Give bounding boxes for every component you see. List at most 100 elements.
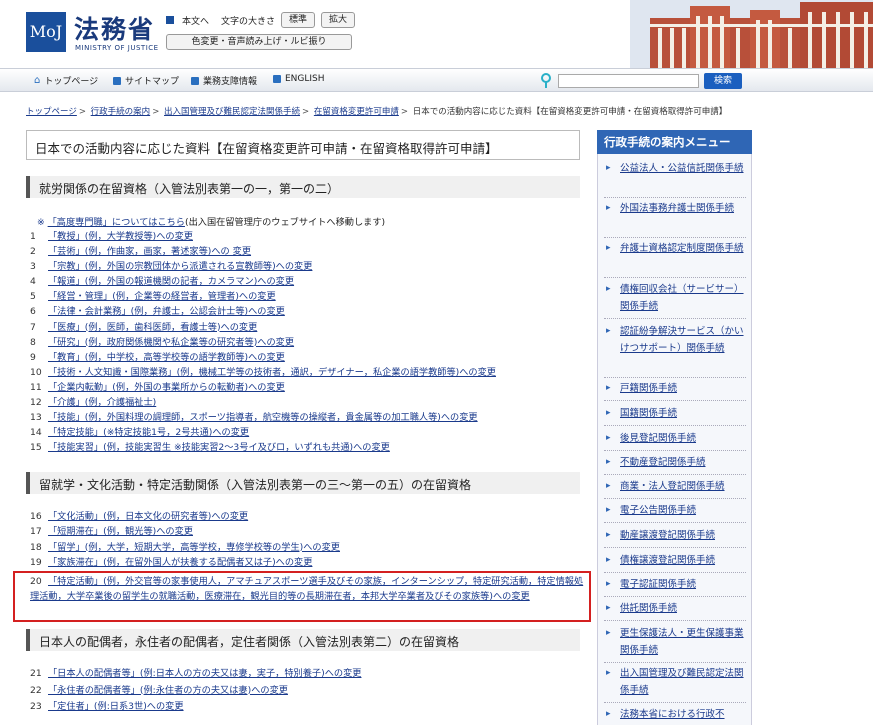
sidebar-divider [604, 425, 746, 426]
sidebar-item-link[interactable]: 不動産登記関係手続 [620, 457, 706, 468]
sidebar-menu: 公益法人・公益信託関係手続外国法事務弁護士関係手続弁護士資格認定制度関係手続債権… [597, 154, 752, 725]
nav-top[interactable]: ⌂ トップページ [34, 74, 98, 87]
status-link[interactable]: 「永住者の配偶者等」(例:永住者の方の夫又は妻)への変更 [48, 683, 288, 700]
sidebar-item[interactable]: 更生保護法人・更生保護事業関係手続 [606, 625, 746, 659]
status-link[interactable]: 「文化活動」(例，日本文化の研究者等)への変更 [48, 509, 248, 524]
status-link[interactable]: 「医療」(例，医師，歯科医師，看護士等)への変更 [48, 320, 257, 335]
sidebar-item-link[interactable]: 出入国管理及び難民認定法関係手続 [620, 668, 744, 696]
sidebar-item-link[interactable]: 動産譲渡登記関係手続 [620, 530, 715, 541]
sidebar-item-link[interactable]: 認証紛争解決サービス（かいけつサポート）関係手続 [620, 326, 744, 354]
breadcrumb-procedures[interactable]: 行政手続の案内 [91, 107, 151, 117]
sidebar-item-link[interactable]: 電子認証関係手続 [620, 579, 696, 590]
home-icon: ⌂ [34, 75, 41, 86]
designated-activities-link[interactable]: 「特定活動」(例，外交官等の家事使用人，アマチュアスポーツ選手及びその家族，イン… [30, 576, 583, 602]
nav-english[interactable]: ENGLISH [273, 74, 325, 84]
sidebar-item-link[interactable]: 法務本省における行政不 [620, 709, 725, 720]
status-link[interactable]: 「定住者」(例:日系3世)への変更 [48, 699, 184, 716]
sidebar-item[interactable]: 外国法事務弁護士関係手続 [606, 200, 746, 217]
status-link[interactable]: 「家族滞在」(例，在留外国人が扶養する配偶者又は子)への変更 [48, 555, 312, 570]
sidebar-item[interactable]: 法務本省における行政不 [606, 706, 746, 723]
nav-sitemap-label: サイトマップ [125, 77, 180, 87]
site-header: MoJ 法務省 MINISTRY OF JUSTICE 本文へ 文字の大きさ 標… [0, 0, 873, 68]
skip-to-content-link[interactable]: 本文へ [182, 14, 209, 27]
highly-skilled-link[interactable]: 「高度専門職」についてはこちら [48, 217, 185, 228]
sidebar-item-link[interactable]: 供託関係手続 [620, 603, 677, 614]
sidebar-item[interactable]: 債権譲渡登記関係手続 [606, 552, 746, 569]
accessibility-tools-button[interactable]: 色変更・音声読み上げ・ルビ振り [166, 34, 352, 50]
breadcrumb-status-change[interactable]: 在留資格変更許可申請 [314, 107, 399, 117]
section-heading-study: 留就学・文化活動・特定活動関係（入管法別表第一の三～第一の五）の在留資格 [26, 472, 580, 494]
status-link[interactable]: 「芸術」(例，作曲家，画家，著述家等)への 変更 [48, 244, 251, 259]
sidebar-item[interactable]: 弁護士資格認定制度関係手続 [606, 240, 746, 257]
item-number: 22 [30, 684, 42, 696]
status-link[interactable]: 「短期滞在」(例，観光等)への変更 [48, 524, 193, 539]
sidebar-divider [604, 547, 746, 548]
sidebar-item-link[interactable]: 外国法事務弁護士関係手続 [620, 203, 734, 214]
sidebar-item[interactable]: 電子認証関係手続 [606, 576, 746, 593]
sidebar-item[interactable]: 動産譲渡登記関係手続 [606, 527, 746, 544]
search-button[interactable]: 検索 [704, 73, 742, 89]
item-number: 18 [30, 541, 42, 553]
moj-logo-icon[interactable]: MoJ [26, 12, 66, 52]
list-item: 5 「経営・管理」(例，企業等の経営者，管理者)への変更 [30, 289, 590, 304]
sidebar-item-link[interactable]: 弁護士資格認定制度関係手続 [620, 243, 744, 254]
sidebar-item-link[interactable]: 後見登記関係手続 [620, 433, 696, 444]
page-title: 日本での活動内容に応じた資料【在留資格変更許可申請・在留資格取得許可申請】 [35, 141, 498, 156]
font-large-button[interactable]: 拡大 [321, 12, 356, 28]
font-standard-button[interactable]: 標準 [281, 12, 316, 28]
status-link[interactable]: 「特定技能」(※特定技能1号，2号共通)への変更 [48, 425, 249, 440]
sidebar-item[interactable]: 出入国管理及び難民認定法関係手続 [606, 665, 746, 699]
status-link[interactable]: 「教育」(例，中学校，高等学校等の語学教師等)への変更 [48, 350, 285, 365]
sidebar-item[interactable]: 商業・法人登記関係手続 [606, 478, 746, 495]
status-link[interactable]: 「日本人の配偶者等」(例:日本人の方の夫又は妻，実子，特別養子)への変更 [48, 666, 361, 683]
breadcrumb-top[interactable]: トップページ [26, 107, 77, 117]
status-link[interactable]: 「留学」(例，大学，短期大学，高等学校，専修学校等の学生)への変更 [48, 540, 340, 555]
search-input[interactable] [558, 74, 699, 88]
sidebar-divider [604, 197, 746, 198]
sidebar-item[interactable]: 供託関係手続 [606, 600, 746, 617]
nav-service-info[interactable]: 業務支障情報 [191, 74, 257, 87]
study-status-list: 16 「文化活動」(例，日本文化の研究者等)への変更 17 「短期滞在」(例，観光等)… [30, 509, 590, 570]
sidebar-divider [604, 277, 746, 278]
sidebar-item-link[interactable]: 更生保護法人・更生保護事業関係手続 [620, 628, 744, 656]
list-item: 1 「教授」(例，大学教授等)への変更 [30, 229, 590, 244]
breadcrumb-immigration[interactable]: 出入国管理及び難民認定法関係手続 [164, 107, 300, 117]
sidebar-item[interactable]: 国籍関係手続 [606, 405, 746, 422]
status-link[interactable]: 「報道」(例，外国の報道機関の記者，カメラマン)への変更 [48, 274, 294, 289]
status-link[interactable]: 「介護」(例，介護福祉士) [48, 395, 156, 410]
item-number: 1 [30, 231, 36, 242]
sidebar-item[interactable]: 公益法人・公益信託関係手続 [606, 160, 746, 177]
status-link[interactable]: 「研究」(例，政府関係機関や私企業等の研究者等)への変更 [48, 335, 294, 350]
sidebar-item[interactable]: 債権回収会社（サービサー）関係手続 [606, 281, 746, 315]
sidebar-item-link[interactable]: 債権回収会社（サービサー）関係手続 [620, 284, 744, 312]
sidebar-item[interactable]: 認証紛争解決サービス（かいけつサポート）関係手続 [606, 323, 746, 357]
status-link[interactable]: 「企業内転勤」(例，外国の事業所からの転勤者)への変更 [48, 380, 285, 395]
sidebar-item[interactable]: 不動産登記関係手続 [606, 454, 746, 471]
list-item: 3 「宗教」(例，外国の宗教団体から派遣される宣教師等)への変更 [30, 259, 590, 274]
status-link[interactable]: 「教授」(例，大学教授等)への変更 [48, 229, 193, 244]
status-link[interactable]: 「技術・人文知識・国際業務」(例，機械工学等の技術者，通訳，デザイナー，私企業の… [48, 365, 496, 380]
font-size-label: 文字の大きさ [221, 16, 276, 27]
work-status-list: 1 「教授」(例，大学教授等)への変更 2 「芸術」(例，作曲家，画家，著述家等)への… [30, 229, 590, 455]
sidebar-item-link[interactable]: 電子公告関係手続 [620, 505, 696, 516]
breadcrumb: トップページ > 行政手続の案内 > 出入国管理及び難民認定法関係手続 > 在留資格変… [26, 107, 728, 117]
sidebar-item[interactable]: 電子公告関係手続 [606, 502, 746, 519]
sidebar-item-link[interactable]: 債権譲渡登記関係手続 [620, 555, 715, 566]
sidebar-item-link[interactable]: 国籍関係手続 [620, 408, 677, 419]
status-link[interactable]: 「技能」(例，外国料理の調理師，スポーツ指導者，航空機等の操縦者，貴金属等の加工… [48, 410, 478, 425]
sidebar-item[interactable]: 後見登記関係手続 [606, 430, 746, 447]
status-link[interactable]: 「法律・会計業務」(例，弁護士，公認会計士等)への変更 [48, 304, 285, 319]
status-link[interactable]: 「経営・管理」(例，企業等の経営者，管理者)への変更 [48, 289, 276, 304]
status-link[interactable]: 「技能実習」(例，技能実習生 ※技能実習2～3号イ及びロ，いずれも共通)への変更 [48, 440, 390, 455]
sidebar-item-link[interactable]: 公益法人・公益信託関係手続 [620, 163, 744, 174]
nav-sitemap[interactable]: サイトマップ [113, 74, 179, 87]
sidebar-item[interactable]: 戸籍関係手続 [606, 380, 746, 397]
site-logo-title[interactable]: 法務省 [74, 10, 155, 46]
item-number: 12 [30, 397, 42, 409]
sidebar-divider [604, 318, 746, 319]
status-link[interactable]: 「宗教」(例，外国の宗教団体から派遣される宣教師等)への変更 [48, 259, 312, 274]
sidebar-item-link[interactable]: 商業・法人登記関係手続 [620, 481, 725, 492]
list-item: 15 「技能実習」(例，技能実習生 ※技能実習2～3号イ及びロ，いずれも共通)への… [30, 440, 590, 455]
sidebar-item-link[interactable]: 戸籍関係手続 [620, 383, 677, 394]
note-suffix: (出入国在留管理庁のウェブサイトへ移動します) [184, 217, 386, 228]
